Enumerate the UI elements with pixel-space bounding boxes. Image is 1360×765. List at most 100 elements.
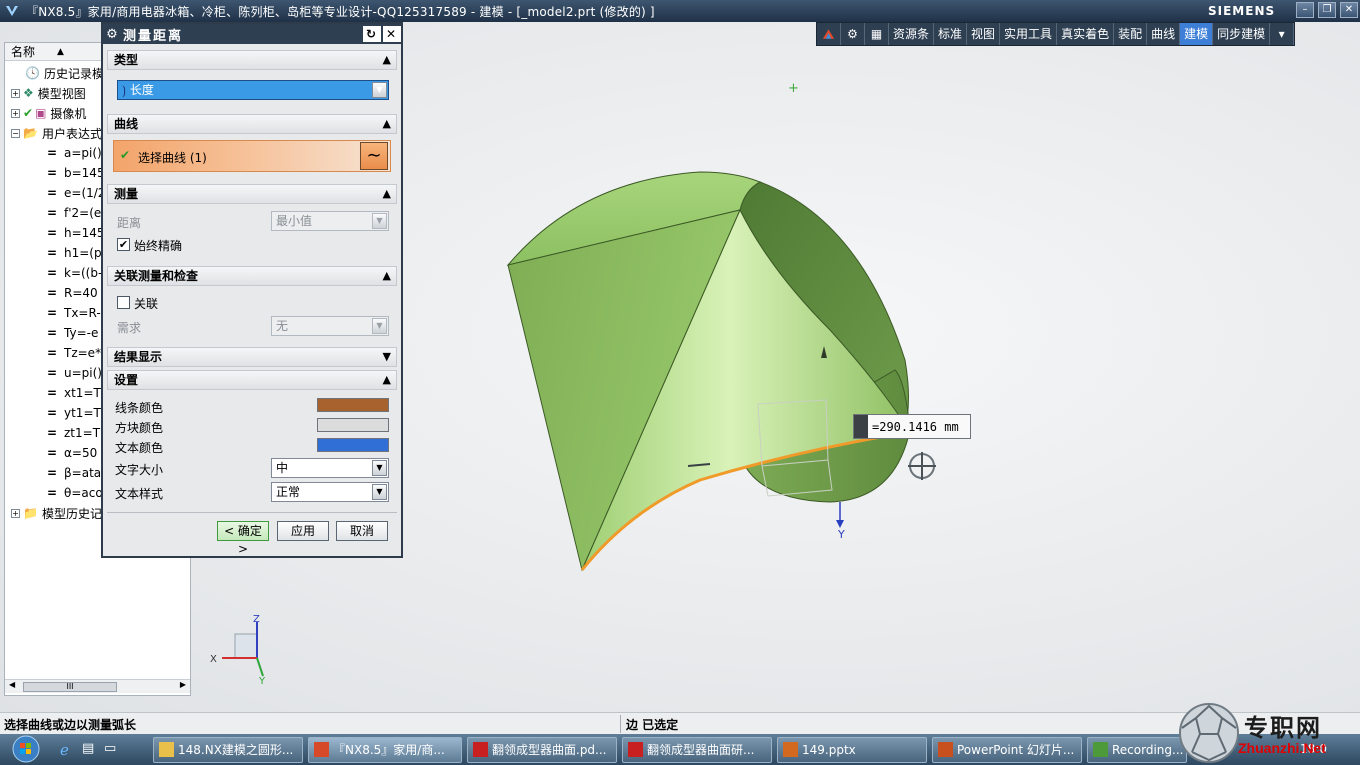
select-curve-row[interactable]: ✔ 选择曲线 (1) ∼ (113, 140, 391, 172)
expand-icon[interactable]: + (11, 108, 20, 118)
toolbar-item-standard[interactable]: 标准 (934, 23, 968, 45)
text-style-select[interactable]: 正常 ▼ (271, 482, 389, 502)
toolbar-item-sync-modeling[interactable]: 同步建模 (1213, 23, 1271, 45)
distance-label: 距离 (117, 216, 142, 230)
taskbar-item[interactable]: PowerPoint 幻灯片... (932, 737, 1082, 763)
associative-checkbox[interactable] (117, 296, 130, 309)
toolbar-item-view[interactable]: 视图 (967, 23, 1001, 45)
taskbar-item[interactable]: 『NX8.5』家用/商... (308, 737, 462, 763)
expression-icon: = (46, 146, 58, 160)
apply-button[interactable]: 应用 (277, 521, 329, 541)
grid-icon[interactable]: ▦ (865, 23, 889, 45)
text-style-label: 文本样式 (115, 487, 164, 501)
section-settings-header[interactable]: 设置 ▲ (107, 370, 397, 390)
taskbar-item[interactable]: Recording... (1087, 737, 1187, 763)
section-associative-header[interactable]: 关联测量和检查 ▲ (107, 266, 397, 286)
taskbar-item[interactable]: 翻领成型器曲面研... (622, 737, 772, 763)
section-measure-header[interactable]: 测量 ▲ (107, 184, 397, 204)
dropdown-arrow-icon[interactable]: ▼ (372, 318, 387, 334)
type-select[interactable]: ⟯ 长度 ▼ (117, 80, 389, 100)
start-button-icon[interactable] (4, 734, 44, 765)
ok-button[interactable]: < 确定 > (217, 521, 269, 556)
reset-icon[interactable]: ↻ (363, 26, 381, 42)
collapse-chevron-icon[interactable]: ▲ (383, 51, 391, 69)
line-color-swatch[interactable] (317, 398, 389, 412)
dropdown-arrow-icon[interactable]: ▼ (372, 484, 387, 500)
measurement-label[interactable]: =290.1416 mm (853, 414, 971, 439)
expression-icon: = (46, 226, 58, 240)
siemens-logo: SIEMENS (1208, 4, 1276, 18)
sort-ascending-icon[interactable]: ▲ (57, 47, 64, 57)
block-color-swatch[interactable] (317, 418, 389, 432)
close-window-button[interactable]: ✕ (1340, 2, 1358, 18)
toolbar-item-resource-bar[interactable]: 资源条 (889, 23, 935, 45)
dialog-settings-gear-icon[interactable]: ⚙ (103, 27, 123, 42)
divider (107, 512, 397, 513)
toolbar-item-curve[interactable]: 曲线 (1147, 23, 1181, 45)
dialog-title-bar[interactable]: ⚙ 测量距离 ↻ ✕ (103, 24, 401, 44)
dropdown-arrow-icon[interactable]: ▼ (372, 460, 387, 476)
collapse-icon[interactable]: − (11, 128, 20, 138)
scroll-left-icon[interactable]: ◀ (9, 680, 15, 689)
dropdown-arrow-icon[interactable]: ▼ (372, 213, 387, 229)
switch-windows-icon[interactable]: ▭ (104, 741, 116, 756)
section-type-header[interactable]: 类型 ▲ (107, 50, 397, 70)
check-icon: ✔ (23, 106, 34, 120)
expression-icon: = (46, 326, 58, 340)
expression-icon: = (46, 166, 58, 180)
section-curve-header[interactable]: 曲线 ▲ (107, 114, 397, 134)
dialog-close-icon[interactable]: ✕ (383, 26, 401, 42)
block-color-label: 方块颜色 (115, 421, 164, 435)
taskbar-item[interactable]: 148.NX建模之圆形... (153, 737, 303, 763)
taskbar-item[interactable]: 翻领成型器曲面.pd... (467, 737, 617, 763)
toolbar-item-true-shading[interactable]: 真实着色 (1057, 23, 1115, 45)
move-cursor-icon (908, 452, 936, 480)
toolbar-options-icon[interactable]: ▾ (1270, 23, 1295, 45)
collapse-chevron-icon[interactable]: ▲ (383, 185, 391, 203)
role-icon[interactable] (817, 23, 841, 45)
collapse-chevron-icon[interactable]: ▲ (383, 371, 391, 389)
folder-icon: 📁 (23, 506, 38, 520)
taskbar-item[interactable]: 149.pptx (777, 737, 927, 763)
cancel-button[interactable]: 取消 (336, 521, 388, 541)
restore-button[interactable]: ❐ (1318, 2, 1336, 18)
text-color-swatch[interactable] (317, 438, 389, 452)
dropdown-arrow-icon[interactable]: ▼ (372, 82, 387, 98)
expression-icon: = (46, 366, 58, 380)
pdf-icon (473, 742, 488, 757)
scroll-right-icon[interactable]: ▶ (180, 680, 186, 689)
minimize-button[interactable]: – (1296, 2, 1314, 18)
expand-icon[interactable]: + (11, 508, 20, 518)
ie-icon[interactable]: ℯ (60, 741, 69, 759)
ribbon-toolbar: ⚙ ▦ 资源条 标准 视图 实用工具 真实着色 装配 曲线 建模 同步建模 ▾ (816, 22, 1296, 46)
status-bar: 选择曲线或边以测量弧长 边 已选定 (0, 712, 1360, 734)
expand-chevron-icon[interactable]: ▼ (383, 348, 391, 366)
expand-icon[interactable]: + (11, 88, 20, 98)
show-desktop-icon[interactable]: ▤ (82, 741, 94, 756)
expression-icon: = (46, 346, 58, 360)
scroll-thumb[interactable]: III (23, 682, 117, 692)
requirement-select[interactable]: 无 ▼ (271, 316, 389, 336)
navigator-horizontal-scrollbar[interactable]: ◀ III ▶ (5, 679, 190, 693)
nx-icon (314, 742, 329, 757)
toolbar-item-modeling[interactable]: 建模 (1180, 23, 1214, 45)
length-type-icon: ⟯ (122, 83, 130, 97)
measure-handle-icon[interactable] (854, 415, 868, 438)
triad-x-label: X (210, 654, 217, 665)
toolbar-item-assembly[interactable]: 装配 (1114, 23, 1148, 45)
collapse-chevron-icon[interactable]: ▲ (383, 267, 391, 285)
toolbar-item-utilities[interactable]: 实用工具 (1000, 23, 1058, 45)
distance-select[interactable]: 最小值 ▼ (271, 211, 389, 231)
section-results-header[interactable]: 结果显示 ▼ (107, 347, 397, 367)
title-bar: 『NX8.5』家用/商用电器冰箱、冷柜、陈列柜、岛柜等专业设计-QQ125317… (0, 0, 1360, 22)
status-selection: 边 已选定 (626, 718, 679, 732)
collapse-chevron-icon[interactable]: ▲ (383, 115, 391, 133)
requirement-label: 需求 (117, 321, 142, 335)
clock-icon: 🕓 (25, 66, 40, 80)
settings-gear-icon[interactable]: ⚙ (841, 23, 865, 45)
curve-rule-icon[interactable]: ∼ (360, 142, 388, 170)
nx-app-icon (6, 6, 18, 16)
always-precise-checkbox[interactable]: ✔ (117, 238, 130, 251)
dialog-title: 测量距离 (123, 28, 184, 44)
text-size-select[interactable]: 中 ▼ (271, 458, 389, 478)
